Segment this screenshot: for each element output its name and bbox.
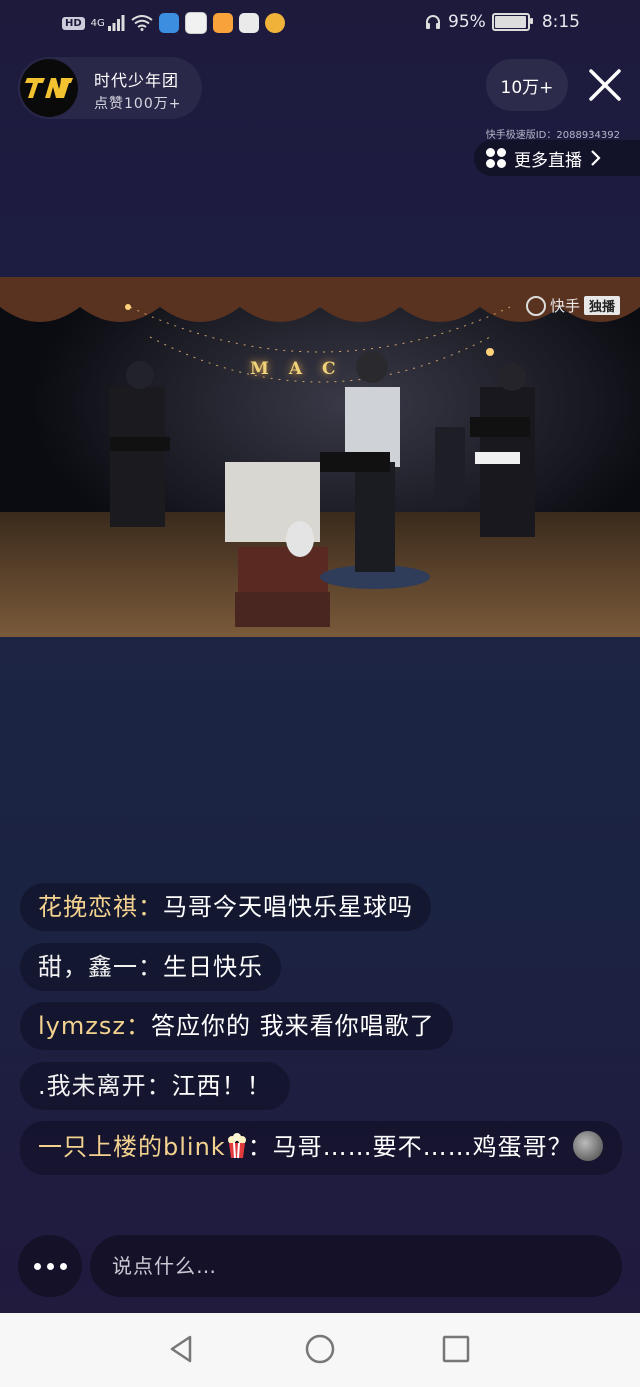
moon-face-icon [572,1131,603,1161]
recents-square-icon[interactable] [440,1333,472,1365]
system-nav-bar [0,1313,640,1387]
comment-user[interactable]: .我未离开： [38,1072,172,1100]
comment-text: 生日快乐 [163,953,263,981]
status-right: 95% 8:15 [424,12,580,32]
comment-user[interactable]: 甜，鑫一： [38,953,163,981]
comment-item: 甜，鑫一：生日快乐 [20,943,281,991]
app-notification-icon [184,12,207,34]
comment-item: .我未离开：江西！！ [20,1062,290,1110]
tnt-logo-icon [25,78,73,98]
signal-icon [107,15,125,31]
status-bar: HD 4G 95% 8:15 [0,0,640,48]
host-likes: 点赞100万+ [94,96,182,112]
clock: 8:15 [541,12,580,32]
dot-icon [33,1262,41,1270]
back-triangle-icon[interactable] [166,1333,198,1365]
viewer-count[interactable]: 10万+ [486,59,568,111]
grid-icon [486,148,506,168]
app-notification-icon [212,13,233,33]
chevron-right-icon [591,150,601,166]
video-watermark: 快手 独播 [525,295,620,316]
weibo-icon [264,13,285,33]
comment-user[interactable]: lymzsz： [38,1012,151,1040]
popcorn-icon [227,1133,246,1159]
host-info[interactable]: 时代少年团 点赞100万+ [18,57,202,119]
stream-id: 快手极速版ID：2088934392 [485,130,620,141]
comment-item: 一只上楼的blink ：马哥……要不……鸡蛋哥？ [20,1121,622,1175]
close-icon [589,69,621,101]
close-button[interactable] [582,62,628,108]
headphones-icon [426,15,441,29]
comment-input[interactable]: 说点什么… [90,1235,622,1297]
more-live-button[interactable]: 更多直播 [474,140,640,176]
network-type: 4G [90,17,105,29]
comment-user[interactable]: 一只上楼的blink [38,1133,226,1161]
app-notification-icon [158,13,179,33]
comment-item: lymzsz：答应你的 我来看你唱歌了 [20,1002,453,1050]
comment-user[interactable]: 花挽恋祺： [38,893,163,921]
host-avatar[interactable] [20,59,78,117]
host-name: 时代少年团 [94,71,180,90]
more-live-label: 更多直播 [514,150,582,171]
comment-text: 马哥今天唱快乐星球吗 [163,893,413,921]
exclusive-badge: 独播 [583,296,620,315]
watermark-app: 快手 [549,297,580,315]
concert-stage-image [0,277,640,637]
battery-icon [491,13,533,31]
live-video[interactable]: MAC 快手 独播 [0,277,640,637]
comment-text: 江西！！ [171,1072,272,1100]
home-circle-icon[interactable] [304,1333,336,1365]
kuaishou-icon [525,295,546,316]
dot-icon [59,1262,67,1270]
comment-text: ：马哥……要不……鸡蛋哥？ [247,1133,573,1161]
hd-badge: HD [62,16,85,30]
status-left: HD 4G [62,12,285,34]
dot-icon [46,1262,54,1270]
comment-text: 答应你的 我来看你唱歌了 [150,1012,435,1040]
more-options-button[interactable] [18,1235,82,1297]
app-notification-icon [238,13,259,33]
comment-item: 花挽恋祺：马哥今天唱快乐星球吗 [20,883,431,931]
stage-letters: MAC [250,359,356,379]
battery-percent: 95% [448,12,486,32]
wifi-icon [131,15,153,31]
